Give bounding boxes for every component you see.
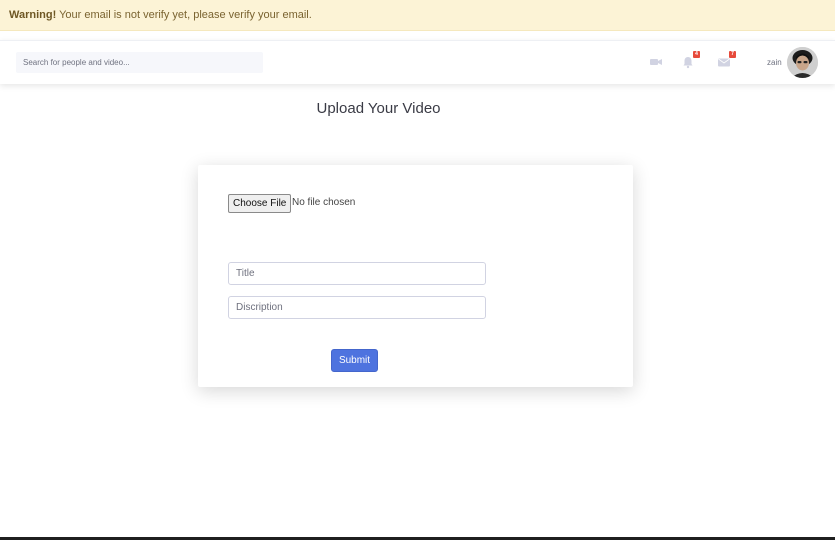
- top-navbar: 4 7 zain: [0, 40, 835, 84]
- title-input[interactable]: [228, 262, 486, 285]
- user-name[interactable]: zain: [767, 58, 782, 67]
- description-input[interactable]: [228, 296, 486, 319]
- search-input[interactable]: [16, 52, 263, 73]
- upload-form-card: Choose File No file chosen Submit: [198, 165, 633, 387]
- alert-message: Your email is not verify yet, please ver…: [56, 9, 312, 21]
- page-title: Upload Your Video: [316, 100, 441, 117]
- avatar[interactable]: [787, 47, 818, 78]
- file-status-text: No file chosen: [292, 197, 356, 208]
- email-warning-alert: Warning! Your email is not verify yet, p…: [0, 0, 835, 31]
- notifications-button[interactable]: 4: [681, 51, 700, 69]
- messages-button[interactable]: 7: [717, 51, 736, 69]
- alert-strong-label: Warning!: [9, 9, 57, 21]
- choose-file-button[interactable]: Choose File: [228, 194, 292, 213]
- messages-badge: 7: [729, 51, 736, 58]
- video-camera-icon[interactable]: [649, 55, 663, 69]
- notifications-badge: 4: [693, 51, 700, 58]
- submit-button[interactable]: Submit: [331, 349, 378, 372]
